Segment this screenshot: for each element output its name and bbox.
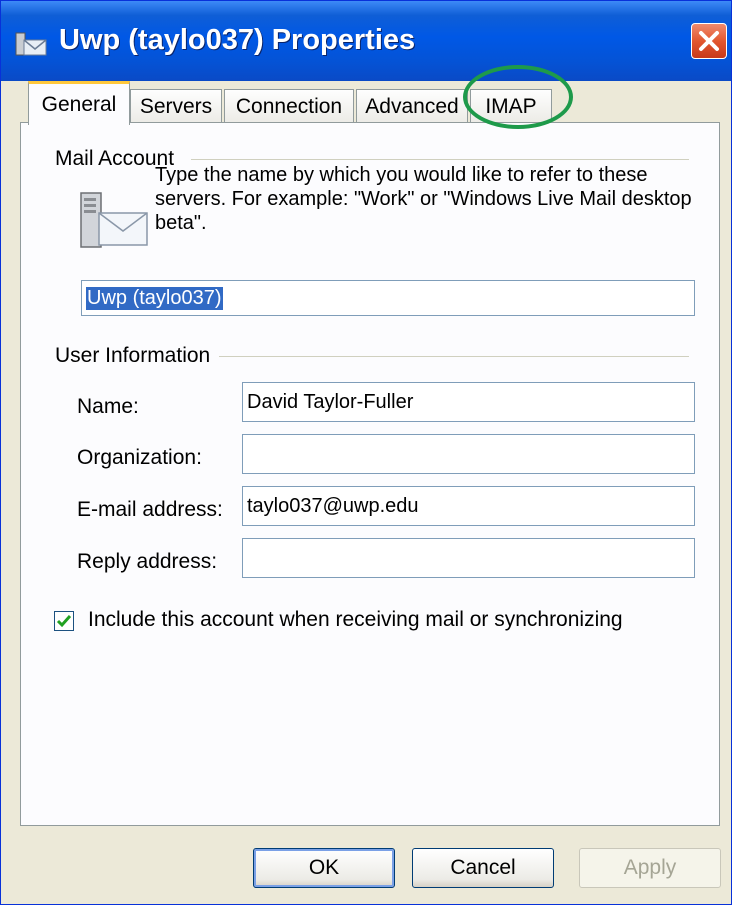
tab-general[interactable]: General — [28, 81, 130, 125]
tab-advanced[interactable]: Advanced — [356, 89, 468, 123]
mail-account-description: Type the name by which you would like to… — [155, 164, 692, 234]
apply-button[interactable]: Apply — [579, 848, 721, 888]
close-icon — [699, 31, 719, 51]
organization-input[interactable] — [242, 434, 695, 474]
include-account-label[interactable]: Include this account when receiving mail… — [88, 608, 623, 632]
ok-button[interactable]: OK — [253, 848, 395, 888]
email-address-input[interactable]: taylo037@uwp.edu — [242, 486, 695, 526]
close-button[interactable] — [691, 23, 727, 59]
name-label: Name: — [77, 395, 139, 418]
user-info-group-label: User Information — [55, 344, 219, 368]
account-name-input[interactable]: Uwp (taylo037) — [81, 280, 695, 316]
email-address-label: E-mail address: — [77, 498, 223, 521]
checkmark-icon — [56, 615, 72, 628]
organization-label: Organization: — [77, 446, 202, 469]
title-bar[interactable]: Uwp (taylo037) Properties — [1, 1, 731, 81]
mail-server-icon — [79, 191, 151, 254]
email-address-value: taylo037@uwp.edu — [247, 494, 419, 517]
tab-connection[interactable]: Connection — [224, 89, 354, 123]
account-name-value: Uwp (taylo037) — [86, 286, 223, 310]
tab-servers[interactable]: Servers — [130, 89, 222, 123]
user-info-divider — [219, 356, 689, 357]
name-input[interactable]: David Taylor-Fuller — [242, 382, 695, 422]
reply-address-input[interactable] — [242, 538, 695, 578]
tab-imap[interactable]: IMAP — [470, 89, 552, 123]
cancel-button[interactable]: Cancel — [412, 848, 554, 888]
mail-account-icon — [15, 31, 49, 57]
window-title: Uwp (taylo037) Properties — [59, 24, 416, 56]
include-account-checkbox[interactable] — [54, 611, 74, 631]
reply-address-label: Reply address: — [77, 550, 218, 573]
name-value: David Taylor-Fuller — [247, 390, 414, 413]
mail-account-divider — [191, 159, 689, 160]
properties-dialog: Uwp (taylo037) Properties General Server… — [0, 0, 732, 905]
